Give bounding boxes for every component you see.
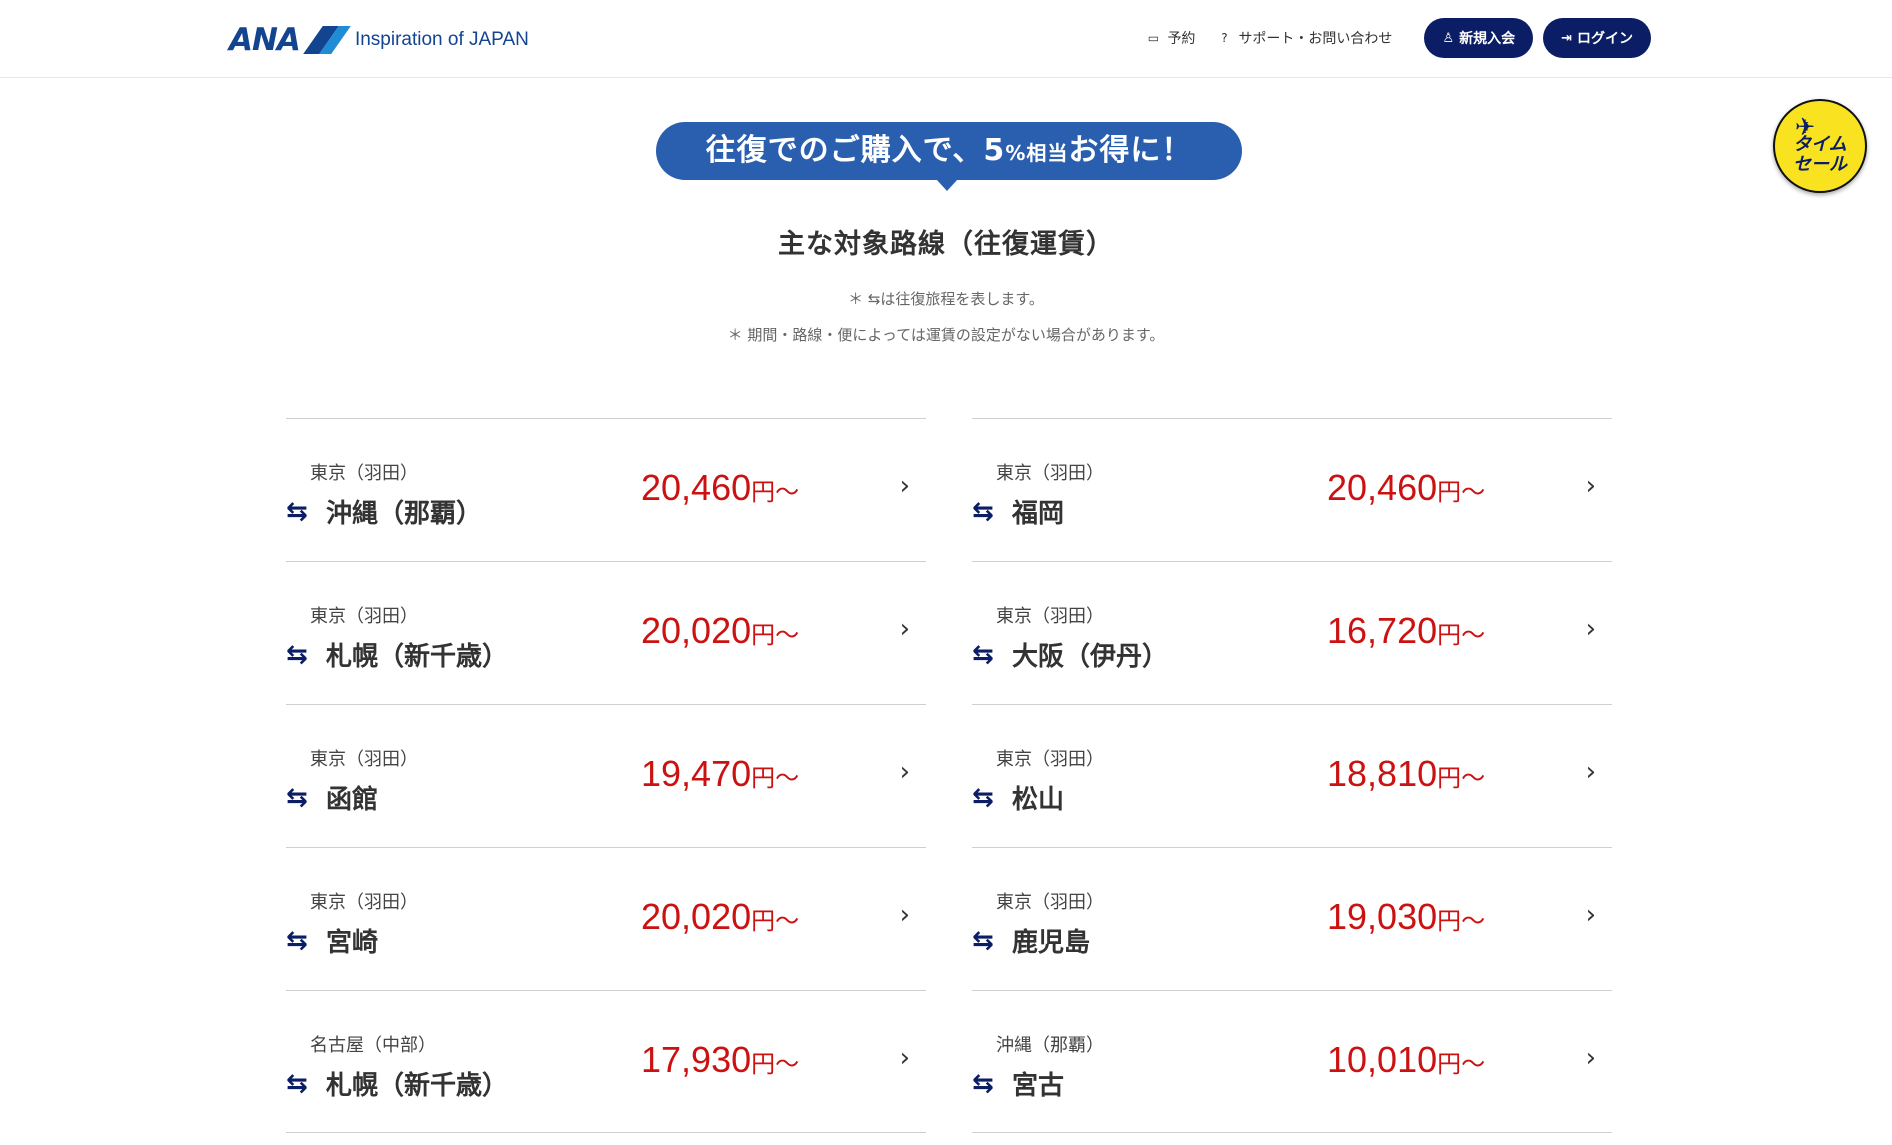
chevron-right-icon: ›: [899, 900, 910, 930]
route-price: 10,010円〜: [1327, 1039, 1486, 1080]
route-origin: 名古屋（中部）: [310, 1035, 436, 1056]
nav-reserve-link[interactable]: ▭ 予約: [1146, 28, 1196, 48]
logo-tagline: Inspiration of JAPAN: [354, 29, 529, 50]
route-destination: 函館: [326, 785, 379, 815]
roundtrip-arrows-icon: ⇆: [972, 496, 994, 527]
route-destination: 大阪（伊丹）: [1012, 642, 1169, 672]
route-origin: 東京（羽田）: [310, 892, 418, 913]
route-origin: 東京（羽田）: [996, 892, 1104, 913]
signup-label: 新規入会: [1459, 31, 1516, 47]
route-destination: 宮崎: [326, 928, 379, 958]
route-price: 20,460円〜: [1327, 467, 1486, 508]
route-destination: 松山: [1012, 785, 1065, 815]
roundtrip-arrows-icon: ⇆: [286, 925, 308, 956]
roundtrip-arrows-icon: ⇆: [972, 1068, 994, 1099]
promo-banner: 往復でのご購入で、5%相当お得に！: [656, 122, 1242, 180]
nav-support-label: サポート・お問い合わせ: [1238, 31, 1393, 47]
banner-pointer: [936, 179, 958, 191]
signup-button[interactable]: ♙ 新規入会: [1424, 18, 1534, 58]
roundtrip-arrows-icon: ⇆: [286, 639, 308, 670]
chevron-right-icon: ›: [899, 614, 910, 644]
site-header: ANA Inspiration of JAPAN ▭ 予約 ? サポート・お問い…: [0, 0, 1892, 78]
route-origin: 沖縄（那覇）: [996, 1035, 1104, 1056]
routes-column-right: 東京（羽田） ⇆ 福岡 20,460円〜 › 東京（羽田） ⇆ 大阪（伊丹） 16,…: [972, 418, 1612, 1133]
logo-wordmark: ANA: [229, 22, 301, 58]
route-price: 20,460円〜: [641, 467, 800, 508]
route-row[interactable]: 東京（羽田） ⇆ 札幌（新千歳） 20,020円〜 ›: [286, 561, 926, 704]
chevron-right-icon: ›: [899, 471, 910, 501]
route-row[interactable]: 東京（羽田） ⇆ 函館 19,470円〜 ›: [286, 704, 926, 847]
route-destination: 鹿児島: [1012, 928, 1091, 958]
chevron-right-icon: ›: [1585, 900, 1596, 930]
chevron-right-icon: ›: [899, 757, 910, 787]
login-button[interactable]: ⇥ ログイン: [1543, 18, 1651, 58]
route-price: 18,810円〜: [1327, 753, 1486, 794]
route-price: 20,020円〜: [641, 896, 800, 937]
route-row[interactable]: 沖縄（那覇） ⇆ 宮古 10,010円〜 ›: [972, 990, 1612, 1133]
route-origin: 東京（羽田）: [996, 463, 1104, 484]
route-origin: 東京（羽田）: [310, 606, 418, 627]
chevron-right-icon: ›: [1585, 614, 1596, 644]
note-availability: ＊ 期間・路線・便によっては運賃の設定がない場合があります。: [727, 326, 1165, 344]
route-row[interactable]: 東京（羽田） ⇆ 宮崎 20,020円〜 ›: [286, 847, 926, 990]
route-price: 19,470円〜: [641, 753, 800, 794]
login-label: ログイン: [1577, 31, 1633, 47]
route-row[interactable]: 東京（羽田） ⇆ 大阪（伊丹） 16,720円〜 ›: [972, 561, 1612, 704]
roundtrip-arrows-icon: ⇆: [972, 782, 994, 813]
route-destination: 札幌（新千歳）: [326, 642, 509, 672]
nav-support-link[interactable]: ? サポート・お問い合わせ: [1217, 28, 1392, 48]
chevron-right-icon: ›: [1585, 757, 1596, 787]
route-row[interactable]: 東京（羽田） ⇆ 福岡 20,460円〜 ›: [972, 418, 1612, 561]
route-row[interactable]: 東京（羽田） ⇆ 松山 18,810円〜 ›: [972, 704, 1612, 847]
logo-swoosh-icon: [303, 26, 351, 54]
roundtrip-arrows-icon: ⇆: [972, 639, 994, 670]
login-icon: ⇥: [1561, 30, 1572, 46]
ana-logo[interactable]: ANA Inspiration of JAPAN: [229, 22, 529, 58]
timesale-label: タイム セール: [1793, 134, 1847, 175]
header-nav: ▭ 予約 ? サポート・お問い合わせ ♙ 新規入会 ⇥ ログイン: [1146, 18, 1651, 58]
calendar-icon: ▭: [1147, 31, 1160, 45]
note-roundtrip: ＊ ⇆は往復旅程を表します。: [848, 290, 1044, 308]
route-origin: 東京（羽田）: [310, 463, 418, 484]
route-price: 17,930円〜: [641, 1039, 800, 1080]
route-destination: 札幌（新千歳）: [326, 1071, 509, 1101]
chevron-right-icon: ›: [1585, 471, 1596, 501]
route-destination: 福岡: [1012, 499, 1065, 529]
nav-reserve-label: 予約: [1167, 31, 1196, 47]
route-price: 19,030円〜: [1327, 896, 1486, 937]
route-price: 20,020円〜: [641, 610, 800, 651]
roundtrip-arrows-icon: ⇆: [286, 782, 308, 813]
route-origin: 東京（羽田）: [996, 749, 1104, 770]
help-circle-icon: ?: [1221, 31, 1228, 45]
route-price: 16,720円〜: [1327, 610, 1486, 651]
section-title: 主な対象路線（往復運賃）: [778, 229, 1114, 260]
roundtrip-arrows-icon: ⇆: [286, 1068, 308, 1099]
chevron-right-icon: ›: [899, 1043, 910, 1073]
routes-column-left: 東京（羽田） ⇆ 沖縄（那覇） 20,460円〜 › 東京（羽田） ⇆ 札幌（新千歳…: [286, 418, 926, 1133]
route-origin: 東京（羽田）: [996, 606, 1104, 627]
route-origin: 東京（羽田）: [310, 749, 418, 770]
route-row[interactable]: 名古屋（中部） ⇆ 札幌（新千歳） 17,930円〜 ›: [286, 990, 926, 1133]
route-destination: 沖縄（那覇）: [326, 499, 483, 529]
chevron-right-icon: ›: [1585, 1043, 1596, 1073]
timesale-badge[interactable]: ✈ タイム セール: [1773, 99, 1867, 193]
roundtrip-arrows-icon: ⇆: [972, 925, 994, 956]
user-icon: ♙: [1442, 30, 1455, 46]
roundtrip-arrows-icon: ⇆: [286, 496, 308, 527]
route-row[interactable]: 東京（羽田） ⇆ 鹿児島 19,030円〜 ›: [972, 847, 1612, 990]
route-row[interactable]: 東京（羽田） ⇆ 沖縄（那覇） 20,460円〜 ›: [286, 418, 926, 561]
route-destination: 宮古: [1012, 1071, 1065, 1101]
